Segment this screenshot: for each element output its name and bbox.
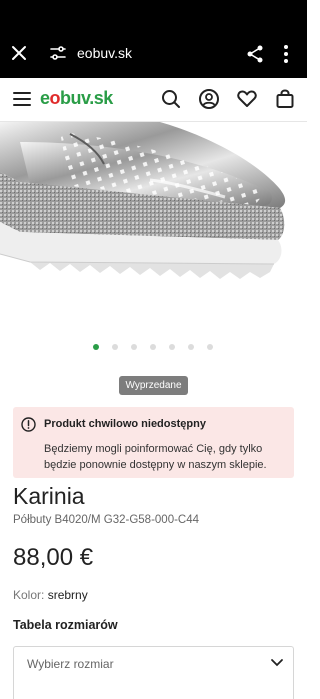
carousel-dot[interactable] (188, 344, 194, 350)
url-text[interactable]: eobuv.sk (77, 45, 132, 61)
cart-icon[interactable] (274, 88, 296, 110)
info-icon (21, 417, 36, 432)
size-select-label: Wybierz rozmiar (27, 657, 114, 671)
color-value: srebrny (47, 588, 88, 602)
share-icon[interactable] (245, 44, 265, 64)
carousel-dot[interactable] (93, 344, 99, 350)
carousel-dot[interactable] (112, 344, 118, 350)
carousel-dots (0, 344, 307, 352)
logo-letter-e: e (40, 88, 50, 108)
product-color: Kolor: srebrny (13, 588, 88, 602)
product-brand[interactable]: Karinia (13, 483, 85, 510)
product-model: Półbuty B4020/M G32-G58-000-C44 (13, 514, 200, 526)
size-table-link[interactable]: Tabela rozmiarów (13, 618, 118, 632)
color-label: Kolor: (13, 588, 45, 602)
alert-text: Będziemy mogli poinformować Cię, gdy tyl… (44, 443, 267, 471)
shoe-image (0, 122, 286, 279)
chevron-down-icon (271, 659, 283, 667)
logo-letters: buv (60, 88, 90, 108)
account-icon[interactable] (198, 88, 220, 110)
logo-letter-o: o (49, 88, 61, 108)
carousel-dot[interactable] (169, 344, 175, 350)
browser-toolbar: eobuv.sk (0, 0, 307, 78)
product-price: 88,00 € (13, 544, 94, 571)
carousel-dot[interactable] (131, 344, 137, 350)
product-image[interactable] (0, 122, 307, 332)
unavailable-alert: Produkt chwilowo niedostępny Będziemy mo… (13, 407, 294, 478)
heart-icon[interactable] (236, 88, 258, 110)
size-select[interactable]: Wybierz rozmiar (13, 646, 294, 699)
site-logo[interactable]: eobuv.sk (40, 88, 113, 109)
logo-domain: .sk (89, 88, 113, 108)
carousel-dot[interactable] (150, 344, 156, 350)
tune-icon[interactable] (50, 45, 66, 61)
alert-title: Produkt chwilowo niedostępny (44, 418, 206, 430)
carousel-dot[interactable] (207, 344, 213, 350)
close-icon[interactable] (9, 43, 29, 63)
shop-header: eobuv.sk (0, 78, 307, 122)
sold-out-badge: Wyprzedane (119, 376, 188, 395)
search-icon[interactable] (160, 88, 182, 110)
menu-icon[interactable] (13, 90, 31, 108)
more-vert-icon[interactable] (283, 44, 289, 64)
